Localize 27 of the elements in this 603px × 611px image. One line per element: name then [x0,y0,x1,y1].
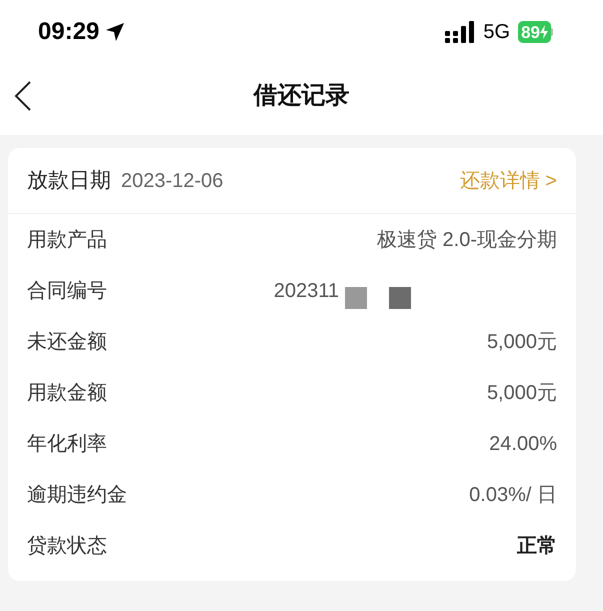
field-label: 年化利率 [27,432,107,456]
field-value: 正常 [517,534,557,558]
date-value: 2023-12-06 [121,168,224,194]
page-title: 借还记录 [254,81,350,111]
field-label: 用款产品 [27,228,107,252]
field-value: 0.03%/ 日 [469,482,557,508]
field-value: 202311 [274,278,339,304]
field-label: 用款金额 [27,380,107,406]
field-value: 24.00% [489,432,557,456]
redaction-mark [345,286,367,308]
field-label: 逾期违约金 [27,482,127,508]
back-icon[interactable] [14,80,32,112]
battery-percent: 89 [521,24,540,40]
field-value: 5,000元 [486,330,557,354]
field-value: 极速贷 2.0-现金分期 [376,228,557,252]
field-label: 合同编号 [27,278,107,304]
repayment-details-link[interactable]: 还款详情 > [460,166,557,196]
field-value: 5,000元 [486,380,557,406]
location-arrow-icon [105,22,126,42]
network-label: 5G [483,20,510,45]
field-label: 贷款状态 [27,534,107,558]
status-time: 09:29 [38,17,100,47]
redaction-mark [389,286,411,308]
signal-icon [445,21,476,43]
date-label: 放款日期 [27,168,111,194]
field-label: 未还金额 [27,330,107,354]
lightning-icon [540,25,548,39]
